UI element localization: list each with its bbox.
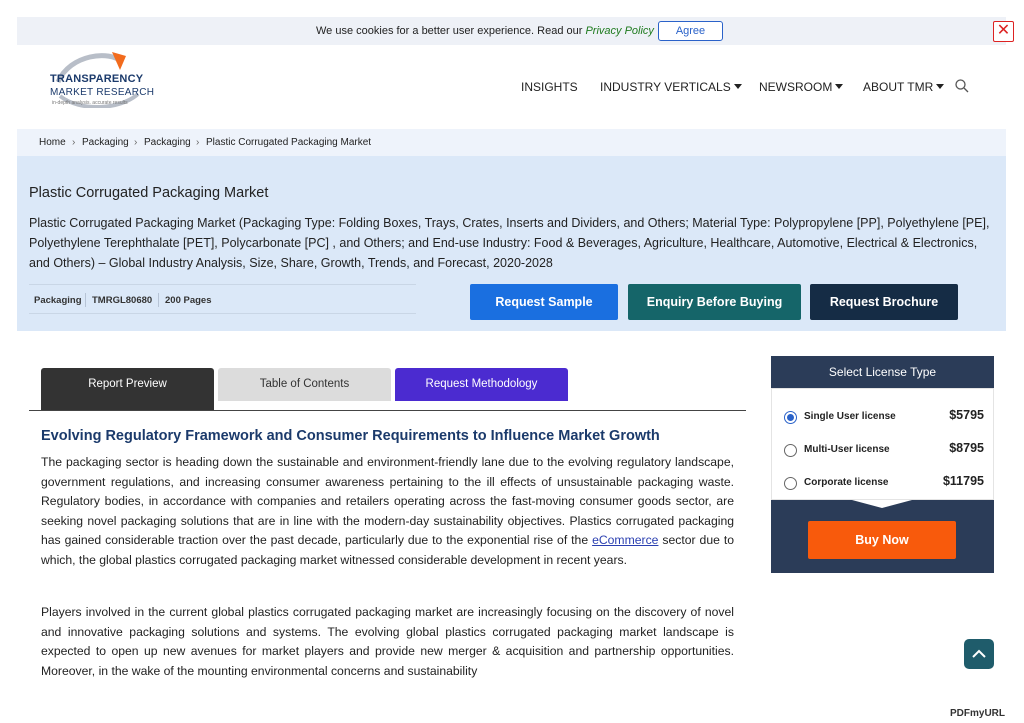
license-price: $8795	[949, 441, 984, 455]
license-label: Multi-User license	[804, 444, 890, 455]
tab-divider	[29, 410, 746, 411]
tab-request-methodology[interactable]: Request Methodology	[395, 368, 568, 401]
caret-down-icon	[835, 84, 844, 89]
radio-button[interactable]	[784, 411, 797, 424]
logo[interactable]: TRANSPARENCY MARKET RESEARCH in-depth an…	[50, 52, 154, 108]
buy-now-button[interactable]: Buy Now	[808, 521, 956, 559]
meta-report-id: TMRGL80680	[92, 295, 153, 306]
cookie-text: We use cookies for a better user experie…	[316, 25, 586, 37]
request-sample-button[interactable]: Request Sample	[470, 284, 618, 320]
logo-tagline: in-depth analysis. accurate results	[52, 100, 128, 106]
license-option-corporate[interactable]: Corporate license $11795	[784, 474, 984, 494]
license-price: $5795	[949, 408, 984, 422]
scroll-to-top-button[interactable]	[964, 639, 994, 669]
breadcrumb-current: Plastic Corrugated Packaging Market	[206, 137, 372, 148]
privacy-policy-link[interactable]: Privacy Policy	[585, 25, 653, 37]
request-brochure-button[interactable]: Request Brochure	[810, 284, 958, 320]
license-footer: Buy Now	[771, 500, 994, 573]
agree-button[interactable]: Agree	[658, 21, 723, 41]
chevron-right-icon: ›	[72, 137, 76, 148]
notch-decoration	[852, 500, 912, 508]
article-heading: Evolving Regulatory Framework and Consum…	[41, 428, 660, 444]
radio-button[interactable]	[784, 477, 797, 490]
nav-industry-verticals[interactable]: INDUSTRY VERTICALS	[600, 80, 742, 94]
enquiry-button[interactable]: Enquiry Before Buying	[628, 284, 801, 320]
chevron-right-icon: ›	[134, 137, 138, 148]
nav-insights[interactable]: INSIGHTS	[521, 80, 578, 94]
article-paragraph-1: The packaging sector is heading down the…	[41, 453, 734, 571]
ecommerce-link[interactable]: eCommerce	[592, 533, 658, 547]
nav-about-label: ABOUT TMR	[863, 80, 934, 94]
report-header: Plastic Corrugated Packaging Market Plas…	[17, 156, 1006, 331]
nav-newsroom[interactable]: NEWSROOM	[759, 80, 844, 94]
nav-industry-label: INDUSTRY VERTICALS	[600, 80, 731, 94]
report-description: Plastic Corrugated Packaging Market (Pac…	[29, 216, 990, 270]
article-paragraph-2: Players involved in the current global p…	[41, 605, 734, 678]
caret-down-icon	[936, 84, 945, 89]
license-option-single[interactable]: Single User license $5795	[784, 408, 984, 428]
page-title: Plastic Corrugated Packaging Market	[29, 185, 269, 201]
chevron-up-icon	[972, 649, 986, 658]
tab-table-of-contents[interactable]: Table of Contents	[218, 368, 391, 401]
search-icon[interactable]	[955, 79, 969, 93]
license-label: Single User license	[804, 411, 896, 422]
pdfmyurl-watermark: PDFmyURL	[950, 708, 1006, 719]
meta-category: Packaging	[34, 295, 82, 306]
radio-button[interactable]	[784, 444, 797, 457]
logo-text-secondary: MARKET RESEARCH	[50, 87, 155, 98]
meta-pages: 200 Pages	[165, 295, 212, 306]
chevron-right-icon: ›	[196, 137, 200, 148]
breadcrumb-home[interactable]: Home	[39, 137, 66, 148]
breadcrumb-packaging[interactable]: Packaging	[82, 137, 129, 148]
logo-text-primary: TRANSPARENCY	[50, 73, 144, 85]
close-icon[interactable]: ✕	[993, 21, 1014, 42]
cookie-banner: We use cookies for a better user experie…	[17, 17, 1014, 45]
cookie-message: We use cookies for a better user experie…	[316, 25, 654, 37]
license-price: $11795	[942, 474, 984, 488]
license-selector: Select License Type Single User license …	[771, 356, 994, 573]
license-title: Select License Type	[771, 356, 994, 388]
license-option-multi[interactable]: Multi-User license $8795	[784, 441, 984, 461]
license-label: Corporate license	[804, 477, 889, 488]
nav-about[interactable]: ABOUT TMR	[863, 80, 945, 94]
caret-down-icon	[733, 84, 742, 89]
license-options: Single User license $5795 Multi-User lic…	[771, 388, 994, 500]
report-meta: Packaging TMRGL80680 200 Pages	[29, 284, 416, 314]
nav-newsroom-label: NEWSROOM	[759, 80, 833, 94]
breadcrumb-packaging-sub[interactable]: Packaging	[144, 137, 191, 148]
tab-report-preview[interactable]: Report Preview	[41, 368, 214, 410]
breadcrumb: Home › Packaging › Packaging › Plastic C…	[17, 129, 1006, 156]
